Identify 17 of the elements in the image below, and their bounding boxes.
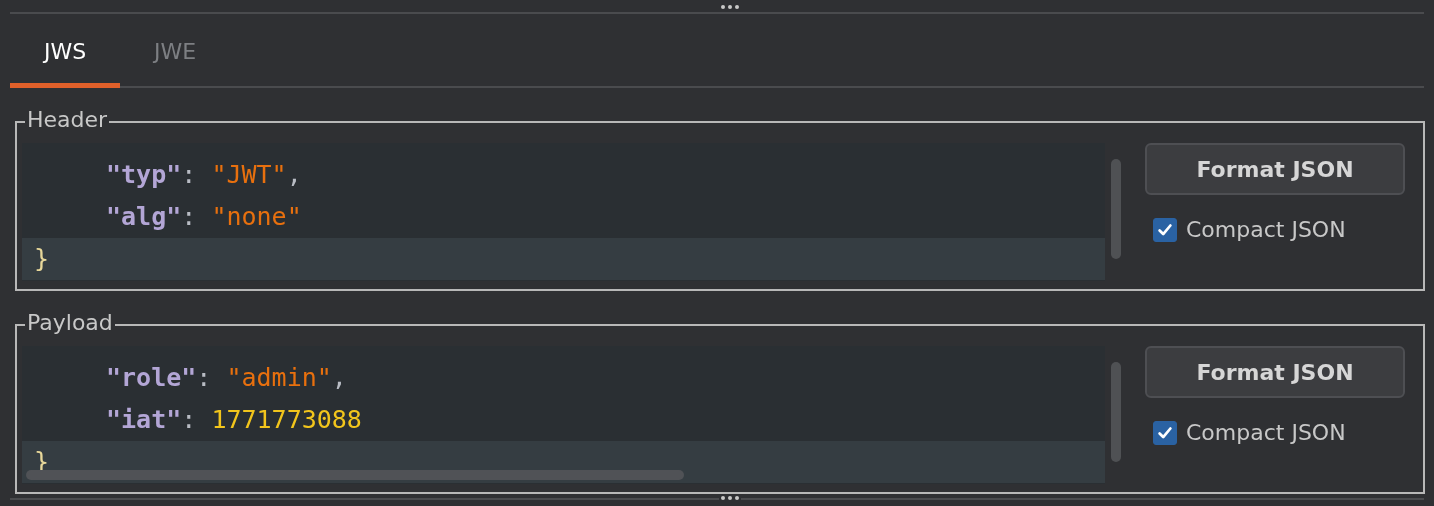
code-editor[interactable]: "typ": "JWT", "alg": "none" } [22,143,1105,281]
code-line: "typ": "JWT", [105,159,303,191]
vertical-scrollbar[interactable] [1111,362,1121,462]
code-line: "iat": 1771773088 [105,404,363,436]
format-json-button[interactable]: Format JSON [1145,346,1405,398]
drag-handle-icon[interactable] [719,5,741,9]
tab[interactable]: JWS [10,20,120,88]
horizontal-scrollbar[interactable] [26,470,684,480]
drag-handle-icon[interactable] [719,496,741,500]
code-line: "role": "admin", [105,362,348,394]
vertical-scrollbar[interactable] [1111,159,1121,259]
code-line: "alg": "none" [105,201,303,233]
checkbox-label[interactable]: Compact JSON [1186,217,1346,242]
format-json-button[interactable]: Format JSON [1145,143,1405,195]
checkbox[interactable] [1153,420,1177,445]
checkbox[interactable] [1153,217,1177,242]
checkbox-label[interactable]: Compact JSON [1186,420,1346,445]
